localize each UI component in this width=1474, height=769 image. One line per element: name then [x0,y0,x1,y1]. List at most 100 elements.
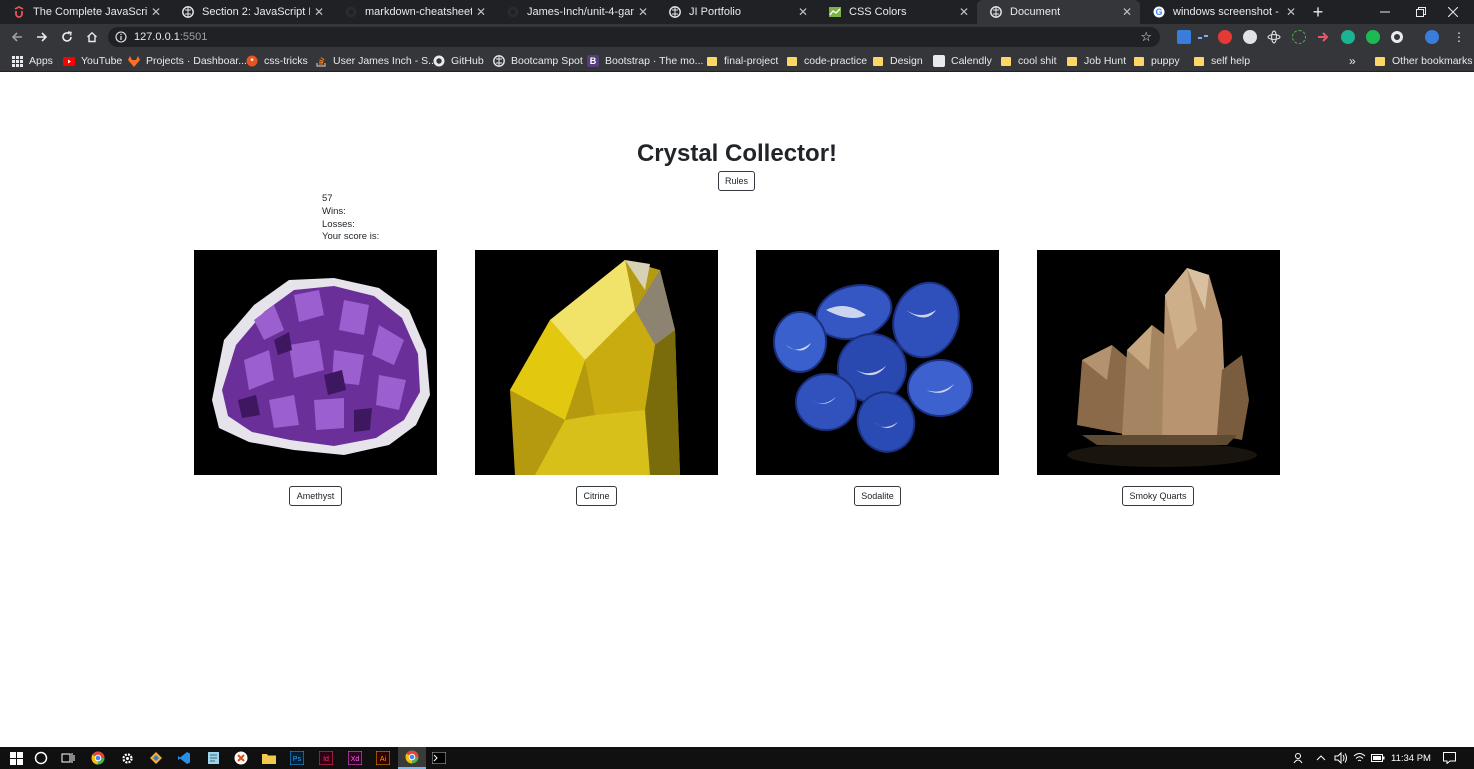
bookmark-star-icon[interactable]: ☆ [1140,29,1152,45]
bookmark-calendly[interactable]: Calendly [933,53,992,69]
action-center-icon[interactable] [1443,747,1456,769]
extension-arrow-icon[interactable] [1316,30,1330,44]
volume-icon[interactable] [1334,747,1347,769]
bookmark-final-project[interactable]: final-project [706,53,778,69]
chrome-icon[interactable] [91,751,105,765]
bookmark-design[interactable]: Design [872,53,923,69]
bookmark-label: Apps [29,55,53,67]
close-tab-icon[interactable]: ✕ [794,5,812,19]
new-tab-button[interactable]: + [1304,0,1332,24]
bookmark-other-bookmarks[interactable]: Other bookmarks [1374,53,1473,69]
extension-react-icon[interactable] [1267,30,1281,44]
close-tab-icon[interactable]: ✕ [955,5,973,19]
losses-label: Losses: [322,219,355,230]
browser-tab-8[interactable]: G windows screenshot - Goog ✕ [1140,0,1304,24]
bookmark-css-tricks[interactable]: * css-tricks [246,53,308,69]
url-port: :5501 [179,31,208,43]
extension-h-icon[interactable] [1341,30,1355,44]
windows-start-icon[interactable] [9,751,23,765]
illustrator-icon[interactable]: Ai [376,751,390,765]
bookmark-bootstrap[interactable]: B Bootstrap · The mo... [587,53,703,69]
extension-github-icon[interactable] [1390,30,1404,44]
photoshop-icon[interactable]: Ps [290,751,304,765]
extension-grid-icon[interactable] [1292,30,1306,44]
svg-text:Ps: Ps [293,756,302,763]
svg-text:Xd: Xd [351,756,360,763]
bookmark-bootcamp-spot[interactable]: Bootcamp Spot [493,53,583,69]
network-icon[interactable] [1353,747,1366,769]
forward-arrow-icon[interactable] [29,24,54,50]
remote-icon[interactable] [234,751,248,765]
kebab-menu-icon[interactable]: ⋮ [1452,30,1466,44]
settings-icon[interactable] [120,751,134,765]
bookmark-github[interactable]: GitHub [433,53,484,69]
close-tab-icon[interactable]: ✕ [147,5,165,19]
close-tab-icon[interactable]: ✕ [634,5,652,19]
close-tab-icon[interactable]: ✕ [472,5,490,19]
file-explorer-icon[interactable] [262,751,276,765]
browser-tab-4[interactable]: James-Inch/unit-4-game ✕ [494,0,656,24]
close-tab-icon[interactable]: ✕ [1282,5,1300,19]
bookmark-puppy[interactable]: puppy [1133,53,1180,69]
chrome-active-icon[interactable] [398,747,426,769]
profile-avatar-icon[interactable] [1425,30,1439,44]
people-icon[interactable] [1293,747,1305,769]
reload-icon[interactable] [54,24,79,50]
github-icon [344,5,358,19]
browser-tab-7-active[interactable]: Document ✕ [977,0,1140,24]
bookmark-cool-shit[interactable]: cool shit [1000,53,1057,69]
close-window-icon[interactable] [1430,0,1474,24]
bookmark-stackoverflow[interactable]: User James Inch - S... [315,53,437,69]
extension-link-icon[interactable] [1196,30,1210,44]
score-label: Your score is: [322,231,380,242]
address-bar[interactable]: 127.0.0.1:5501 ☆ [108,27,1160,47]
close-tab-icon[interactable]: ✕ [1118,5,1136,19]
info-icon[interactable] [108,31,134,43]
close-tab-icon[interactable]: ✕ [310,5,328,19]
browser-tab-2[interactable]: Section 2: JavaScript Langu ✕ [169,0,332,24]
battery-icon[interactable] [1371,747,1385,769]
tab-title: The Complete JavaScript Co [33,6,147,18]
smoky-quarts-button[interactable]: Smoky Quarts [1122,486,1194,506]
home-icon[interactable] [79,24,104,50]
browser-tab-5[interactable]: JI Portfolio ✕ [656,0,816,24]
browser-tab-6[interactable]: CSS Colors ✕ [816,0,977,24]
rules-button[interactable]: Rules [718,171,755,191]
search-circle-icon[interactable] [34,751,48,765]
terminal-icon[interactable] [432,751,446,765]
indesign-icon[interactable]: Id [319,751,333,765]
notepad-icon[interactable] [206,751,220,765]
tab-title: Document [1010,6,1061,18]
task-view-icon[interactable] [61,751,75,765]
globe-icon [493,55,505,67]
smoky-quarts-crystal-image[interactable] [1037,250,1280,475]
bookmark-job-hunt[interactable]: Job Hunt [1066,53,1126,69]
amethyst-crystal-image[interactable] [194,250,437,475]
xd-icon[interactable]: Xd [348,751,362,765]
app-icon[interactable] [149,751,163,765]
browser-tab-1[interactable]: The Complete JavaScript Co ✕ [0,0,169,24]
citrine-crystal-image[interactable] [475,250,718,475]
browser-tab-3[interactable]: markdown-cheatsheet-onli ✕ [332,0,494,24]
bookmark-code-practice[interactable]: code-practice [786,53,867,69]
tab-title: windows screenshot - Goog [1173,6,1282,18]
sodalite-button[interactable]: Sodalite [854,486,901,506]
more-bookmarks-chevron-icon[interactable]: » [1349,53,1356,69]
tray-chevron-up-icon[interactable] [1316,747,1326,769]
vscode-icon[interactable] [177,751,191,765]
citrine-button[interactable]: Citrine [576,486,617,506]
amethyst-button[interactable]: Amethyst [289,486,342,506]
clock-time[interactable]: 11:34 PM [1391,747,1431,769]
bookmark-self-help[interactable]: self help [1193,53,1250,69]
bookmark-apps[interactable]: Apps [11,53,53,69]
bookmark-youtube[interactable]: YouTube [63,53,122,69]
extension-green-icon[interactable] [1366,30,1380,44]
extension-screencast-icon[interactable] [1177,30,1191,44]
bookmark-projects-dashboard[interactable]: Projects · Dashboar... [128,53,247,69]
bookmark-label: Other bookmarks [1392,55,1473,67]
extension-adblock-icon[interactable] [1218,30,1232,44]
sodalite-crystal-image[interactable] [756,250,999,475]
back-arrow-icon[interactable] [4,24,29,50]
extension-player-icon[interactable] [1243,30,1257,44]
bootstrap-icon: B [587,55,599,67]
